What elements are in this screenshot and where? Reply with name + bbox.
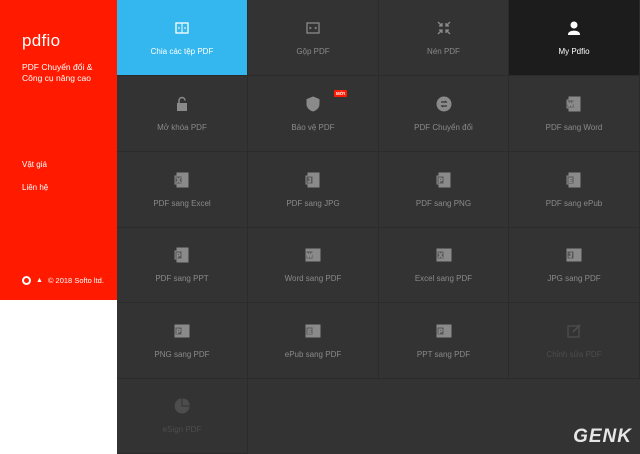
tile-pdf-to-png[interactable]: P PDF sang PNG xyxy=(379,152,509,228)
tagline: PDF Chuyển đổi & Công cụ nâng cao xyxy=(22,62,93,83)
tools-grid: Chia các tệp PDF Gộp PDF Nén PDF My Pdfi… xyxy=(117,0,640,454)
esign-icon xyxy=(174,398,190,414)
tile-esign-pdf[interactable]: eSign PDF xyxy=(117,379,248,454)
tile-label: PDF sang Word xyxy=(545,122,603,132)
tile-label: PPT sang PDF xyxy=(416,349,471,359)
png-to-pdf-icon: P xyxy=(174,323,190,339)
tile-pdf-to-word[interactable]: W PDF sang Word xyxy=(509,76,640,152)
svg-text:J: J xyxy=(308,178,311,184)
globe-icon[interactable] xyxy=(22,276,31,285)
word-icon: W xyxy=(566,96,582,112)
excel-icon: X xyxy=(174,172,190,188)
ppt-icon: P xyxy=(174,247,190,263)
tile-pdf-converter[interactable]: PDF Chuyển đổi xyxy=(379,76,509,152)
svg-text:E: E xyxy=(307,329,311,335)
tile-label: My Pdfio xyxy=(558,46,590,56)
watermark-logo: GENK xyxy=(573,426,632,447)
svg-text:P: P xyxy=(176,329,180,335)
tile-png-to-pdf[interactable]: P PNG sang PDF xyxy=(117,303,248,379)
tile-epub-to-pdf[interactable]: E ePub sang PDF xyxy=(248,303,379,379)
tile-label: Bảo vệ PDF xyxy=(291,122,335,132)
tile-label: JPG sang PDF xyxy=(547,274,601,283)
shield-icon xyxy=(305,95,321,112)
edit-icon xyxy=(566,323,582,339)
jpg-to-pdf-icon: J xyxy=(566,247,582,263)
tile-label: PDF sang ePub xyxy=(545,198,603,208)
convert-icon xyxy=(436,96,452,112)
tile-label: Word sang PDF xyxy=(284,274,342,283)
tile-label: PDF sang PNG xyxy=(415,198,472,208)
tile-jpg-to-pdf[interactable]: J JPG sang PDF xyxy=(509,228,640,303)
svg-text:P: P xyxy=(176,254,180,260)
epub-to-pdf-icon: E xyxy=(305,323,321,339)
tile-merge-pdf[interactable]: Gộp PDF xyxy=(248,0,379,76)
svg-text:X: X xyxy=(438,254,442,260)
tile-my-pdfio[interactable]: My Pdfio xyxy=(509,0,640,76)
svg-text:W: W xyxy=(307,254,313,260)
excel-to-pdf-icon: X xyxy=(436,247,452,263)
sidebar: pdfio PDF Chuyển đổi & Công cụ nâng cao … xyxy=(0,0,117,300)
tile-split-pdf[interactable]: Chia các tệp PDF xyxy=(117,0,248,76)
tile-label: PNG sang PDF xyxy=(154,349,210,359)
tile-label: PDF sang JPG xyxy=(286,198,340,208)
tile-edit-pdf[interactable]: Chỉnh sửa PDF xyxy=(509,303,640,379)
tile-label: PDF sang PPT xyxy=(155,274,209,283)
tile-label: ePub sang PDF xyxy=(284,349,342,359)
svg-text:W: W xyxy=(568,102,574,108)
compress-icon xyxy=(436,20,452,36)
tile-pdf-to-jpg[interactable]: J PDF sang JPG xyxy=(248,152,379,228)
tile-label: Chia các tệp PDF xyxy=(150,46,214,56)
new-badge: MỚI xyxy=(334,90,347,97)
svg-text:J: J xyxy=(569,254,572,260)
nav-link-contact[interactable]: Liên hệ xyxy=(22,183,48,192)
tile-label: Excel sang PDF xyxy=(414,274,473,283)
epub-icon: E xyxy=(566,172,582,188)
tile-protect-pdf[interactable]: MỚI Bảo vệ PDF xyxy=(248,76,379,152)
copyright-text: © 2018 Softo ltd. xyxy=(47,276,104,285)
tile-word-to-pdf[interactable]: W Word sang PDF xyxy=(248,228,379,303)
tile-label: eSign PDF xyxy=(162,425,202,434)
tile-excel-to-pdf[interactable]: X Excel sang PDF xyxy=(379,228,509,303)
svg-text:E: E xyxy=(568,178,572,184)
tile-pdf-to-excel[interactable]: X PDF sang Excel xyxy=(117,152,248,228)
tile-label: Nén PDF xyxy=(427,46,460,56)
logo[interactable]: pdfio xyxy=(22,31,60,51)
sidebar-footer: ▲ © 2018 Softo ltd. xyxy=(22,276,104,285)
tile-label: PDF Chuyển đổi xyxy=(414,122,473,132)
split-icon xyxy=(174,20,190,36)
word-to-pdf-icon: W xyxy=(305,247,321,263)
tile-unlock-pdf[interactable]: Mở khóa PDF xyxy=(117,76,248,152)
jpg-icon: J xyxy=(305,172,321,188)
unlock-icon xyxy=(174,96,190,112)
tile-label: Gộp PDF xyxy=(296,46,330,56)
ppt-to-pdf-icon: P xyxy=(436,323,452,339)
nav-link-pricing[interactable]: Vật giá xyxy=(22,160,47,169)
merge-icon xyxy=(305,20,321,36)
svg-text:P: P xyxy=(438,178,442,184)
tile-label: Mở khóa PDF xyxy=(157,122,207,132)
png-icon: P xyxy=(436,172,452,188)
tile-pdf-to-epub[interactable]: E PDF sang ePub xyxy=(509,152,640,228)
tile-pdf-to-ppt[interactable]: P PDF sang PPT xyxy=(117,228,248,303)
tile-label: PDF sang Excel xyxy=(153,198,211,208)
tile-ppt-to-pdf[interactable]: P PPT sang PDF xyxy=(379,303,509,379)
tile-label: Chỉnh sửa PDF xyxy=(546,349,602,359)
tile-compress-pdf[interactable]: Nén PDF xyxy=(379,0,509,76)
caret-up-icon[interactable]: ▲ xyxy=(36,277,43,284)
svg-text:P: P xyxy=(438,329,442,335)
user-icon xyxy=(566,20,582,36)
svg-text:X: X xyxy=(176,178,180,184)
